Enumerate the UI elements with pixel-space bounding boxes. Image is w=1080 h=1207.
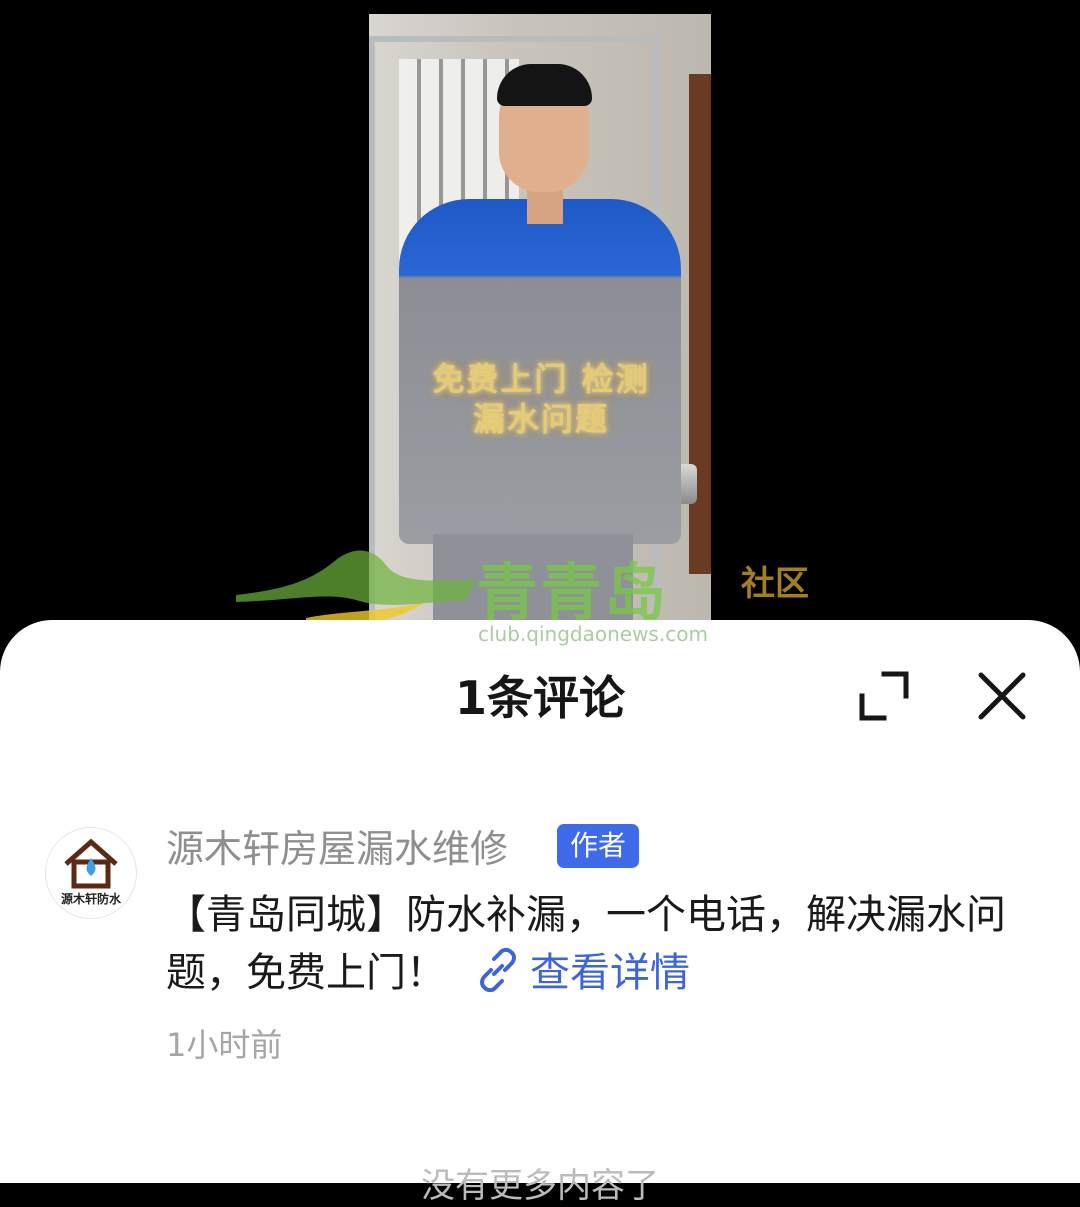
author-badge: 作者 [557, 824, 640, 868]
person-hair [497, 64, 592, 106]
expand-icon [859, 671, 909, 721]
watermark-url: club.qingdaonews.com [478, 622, 708, 646]
video-caption-overlay: 免费上门 检测漏水问题 [432, 360, 650, 438]
comment-count-title: 1条评论 [454, 671, 625, 725]
comment-body: 【青岛同城】防水补漏，一个电话，解决漏水问题，免费上门！ 查看详情 [166, 886, 1046, 1002]
close-button[interactable] [974, 668, 1030, 724]
comment-timestamp: 1小时前 [166, 1026, 283, 1064]
view-details-label: 查看详情 [530, 950, 690, 996]
house-logo-icon [64, 838, 118, 889]
author-name[interactable]: 源木轩房屋漏水维修 [166, 818, 508, 873]
video-player[interactable]: 免费上门 检测漏水问题 青青岛 社区 [0, 0, 1080, 640]
expand-button[interactable] [856, 668, 912, 724]
view-details-link[interactable]: 查看详情 [476, 948, 690, 996]
close-icon [978, 672, 1026, 720]
link-icon [480, 948, 516, 992]
watermark-subtitle: 社区 [741, 564, 809, 604]
author-avatar[interactable]: 源木轩防水 [45, 827, 137, 919]
watermark-title: 青青岛 [476, 556, 669, 629]
avatar-label: 源木轩防水 [60, 892, 121, 906]
